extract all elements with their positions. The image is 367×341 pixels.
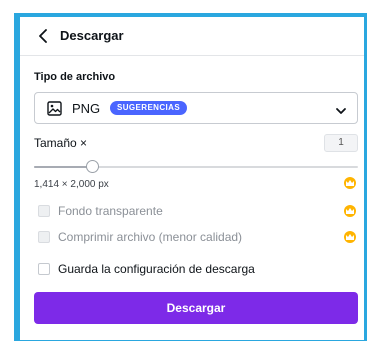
image-icon xyxy=(47,101,62,116)
file-type-select[interactable]: PNG SUGERENCIAS xyxy=(34,92,358,124)
back-arrow-icon[interactable] xyxy=(38,29,50,43)
transparent-background-checkbox[interactable] xyxy=(38,205,50,217)
size-multiplier-input[interactable]: 1 xyxy=(324,134,358,152)
chevron-down-icon xyxy=(335,103,347,114)
image-dimensions: 1,414 × 2,000 px xyxy=(34,179,109,190)
suggestions-badge: SUGERENCIAS xyxy=(110,101,188,115)
compress-file-checkbox[interactable] xyxy=(38,231,50,243)
size-slider-fill xyxy=(34,166,93,168)
header-divider xyxy=(20,55,364,56)
panel-header: Descargar xyxy=(20,17,364,55)
download-button[interactable]: Descargar xyxy=(34,292,358,324)
transparent-background-label: Fondo transparente xyxy=(58,204,163,218)
save-settings-checkbox[interactable] xyxy=(38,263,50,275)
size-slider-thumb[interactable] xyxy=(85,160,99,173)
file-type-value: PNG xyxy=(72,101,101,116)
top-strip xyxy=(0,0,367,13)
download-panel: Descargar Tipo de archivo PNG SUGERENCIA… xyxy=(20,17,364,340)
size-label: Tamaño × xyxy=(34,136,88,150)
premium-crown-icon xyxy=(344,231,356,243)
file-type-label: Tipo de archivo xyxy=(34,71,116,83)
panel-title: Descargar xyxy=(60,28,124,43)
compress-file-label: Comprimir archivo (menor calidad) xyxy=(58,230,243,244)
premium-crown-icon xyxy=(344,177,356,189)
save-settings-label: Guarda la configuración de descarga xyxy=(58,262,255,276)
size-slider-track[interactable] xyxy=(34,166,358,168)
premium-crown-icon xyxy=(344,205,356,217)
